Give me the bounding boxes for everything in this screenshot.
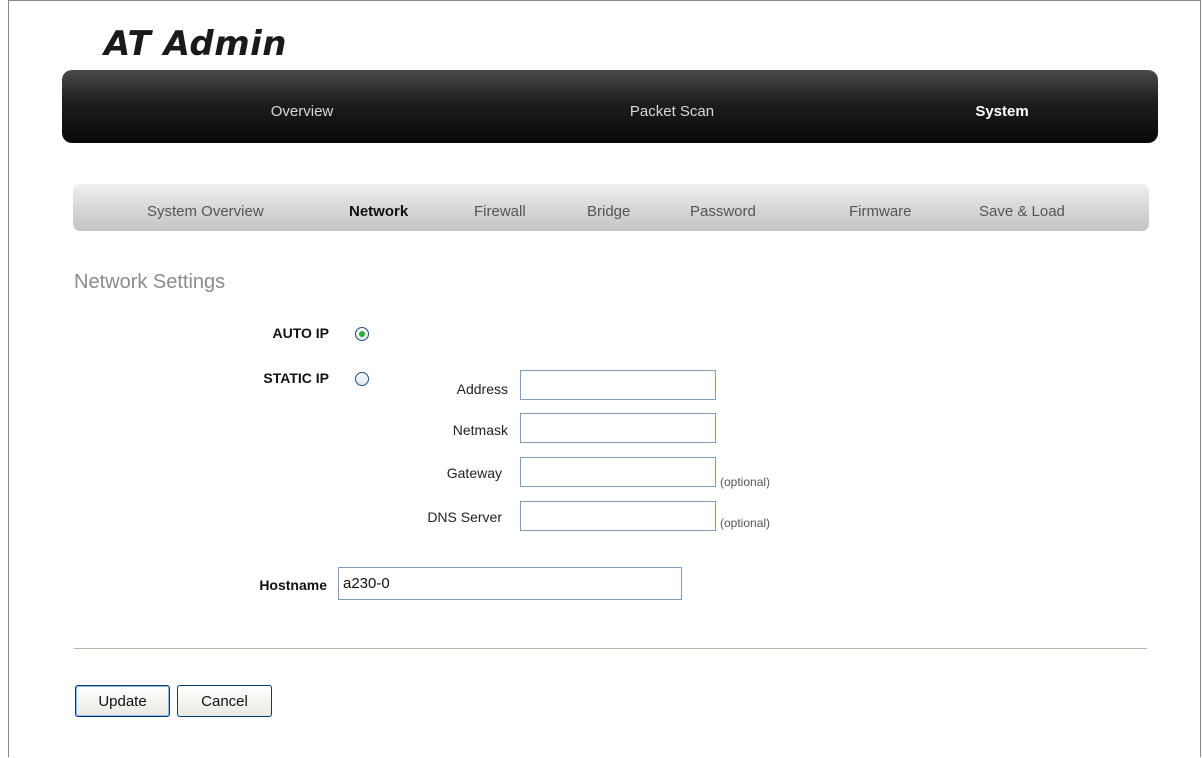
sub-tab-bridge[interactable]: Bridge bbox=[587, 184, 630, 231]
sub-tab-firewall[interactable]: Firewall bbox=[474, 184, 526, 231]
hostname-label: Hostname bbox=[259, 577, 327, 593]
update-button[interactable]: Update bbox=[75, 685, 170, 717]
form-divider bbox=[74, 648, 1147, 649]
static-ip-label: STATIC IP bbox=[263, 370, 329, 386]
top-tab-system[interactable]: System bbox=[942, 70, 1062, 143]
cancel-button[interactable]: Cancel bbox=[177, 685, 272, 717]
dns-server-field[interactable] bbox=[520, 501, 716, 531]
dns-server-label: DNS Server bbox=[427, 509, 502, 525]
radio-selected-dot bbox=[359, 331, 365, 337]
gateway-optional-note: (optional) bbox=[720, 475, 771, 489]
gateway-field[interactable] bbox=[520, 457, 716, 487]
section-title: Network Settings bbox=[74, 271, 226, 293]
sub-nav: System Overview Network Firewall Bridge … bbox=[73, 184, 1149, 231]
sub-tab-firmware[interactable]: Firmware bbox=[849, 184, 912, 231]
static-ip-radio[interactable] bbox=[355, 372, 369, 386]
app-logo: AT Admin bbox=[104, 24, 287, 64]
auto-ip-radio[interactable] bbox=[355, 327, 369, 341]
netmask-field[interactable] bbox=[520, 413, 716, 443]
dns-optional-note: (optional) bbox=[720, 516, 771, 530]
hostname-field[interactable] bbox=[338, 567, 682, 600]
sub-tab-password[interactable]: Password bbox=[690, 184, 756, 231]
sub-tab-network[interactable]: Network bbox=[349, 184, 408, 231]
address-label: Address bbox=[456, 381, 508, 397]
netmask-label: Netmask bbox=[452, 422, 508, 438]
top-tab-overview[interactable]: Overview bbox=[232, 70, 372, 143]
sub-tab-system-overview[interactable]: System Overview bbox=[147, 184, 264, 231]
top-tab-packet-scan[interactable]: Packet Scan bbox=[602, 70, 742, 143]
sub-tab-save-load[interactable]: Save & Load bbox=[979, 184, 1065, 231]
address-field[interactable] bbox=[520, 370, 716, 400]
auto-ip-label: AUTO IP bbox=[272, 325, 329, 341]
top-nav: Overview Packet Scan System bbox=[62, 70, 1158, 143]
gateway-label: Gateway bbox=[446, 465, 502, 481]
